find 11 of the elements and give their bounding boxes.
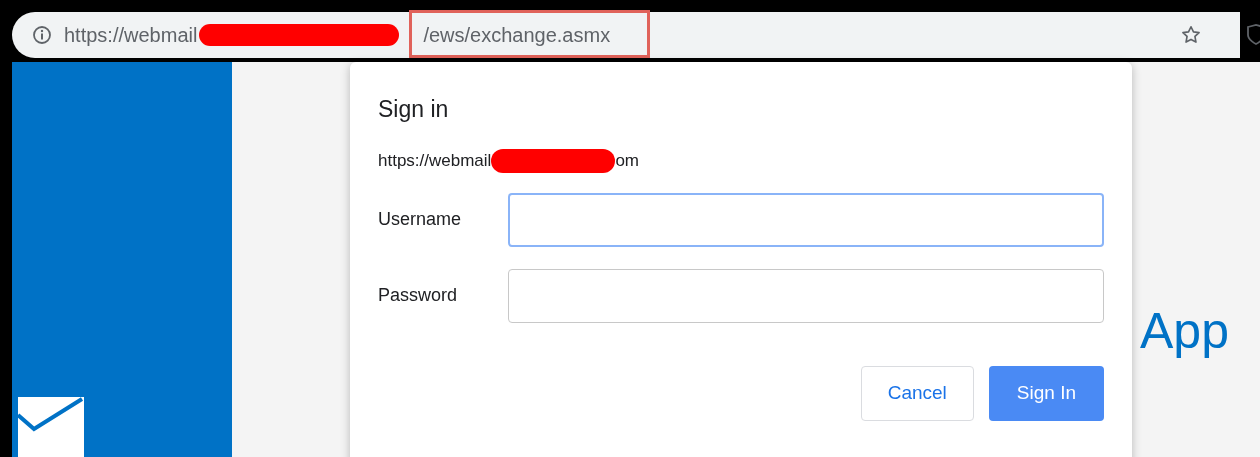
dialog-title: Sign in (378, 95, 450, 124)
field-label: Password (378, 284, 459, 307)
cancel-button[interactable]: Cancel (860, 365, 974, 421)
site-origin: om (615, 149, 639, 172)
page-heading: App (1140, 306, 1230, 356)
address-bar[interactable]: https://webmail /ews/exchange.asmx (12, 12, 1240, 58)
site-origin: https://webmail (378, 149, 492, 172)
sign-in-button[interactable]: Sign In (988, 365, 1104, 421)
field-label: Username (378, 208, 463, 231)
url-text: /ews/exchange.asmx (423, 24, 611, 46)
url-text: https://webmail (64, 23, 198, 48)
